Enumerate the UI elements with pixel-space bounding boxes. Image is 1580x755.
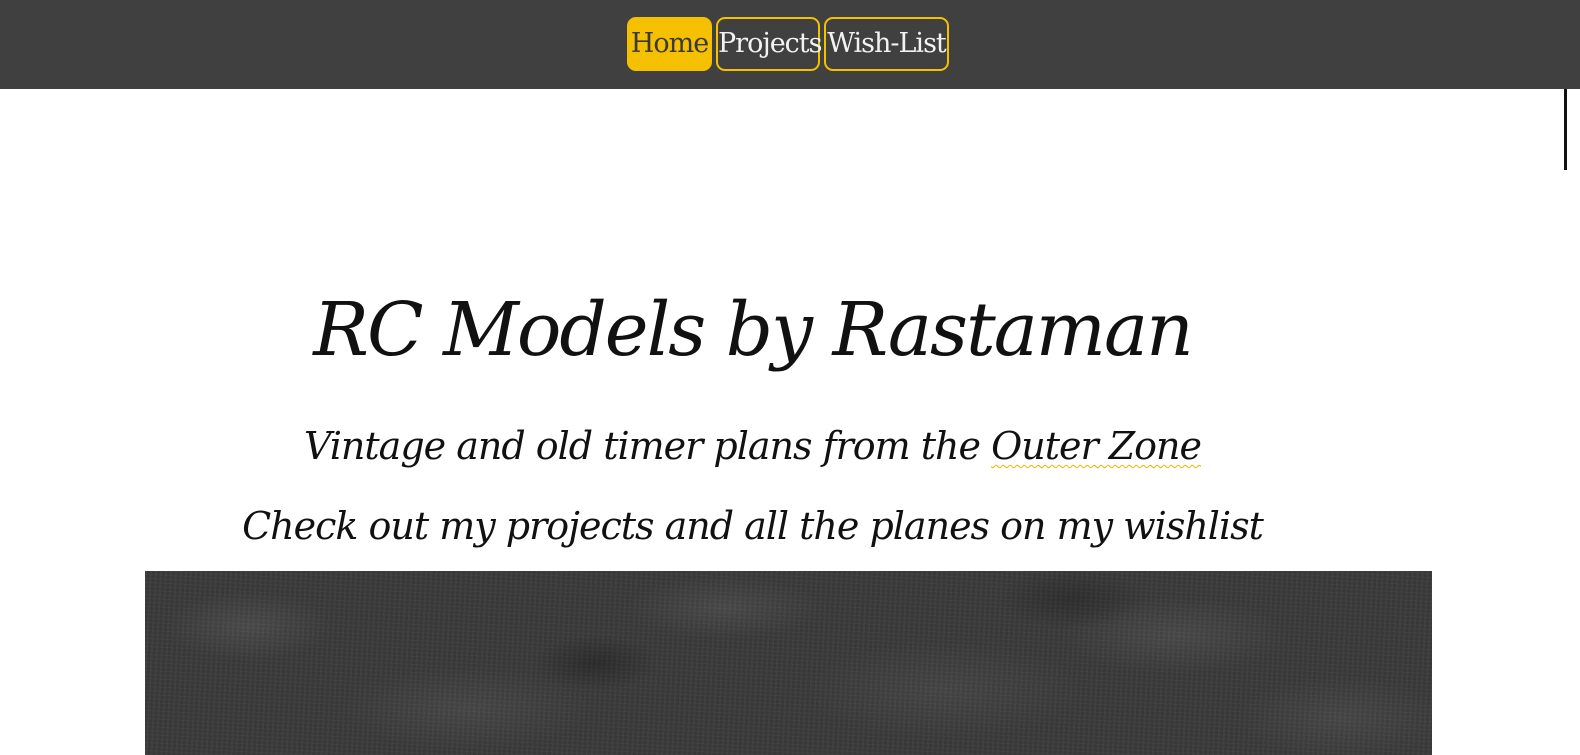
page-title: RC Models by Rastaman bbox=[313, 287, 1194, 373]
outer-zone-link[interactable]: Outer Zone bbox=[991, 424, 1202, 468]
scrollbar-edge bbox=[1564, 89, 1567, 170]
hero-subtitle: Vintage and old timer plans from the Out… bbox=[0, 418, 1505, 474]
nav-wishlist-button[interactable]: Wish-List bbox=[824, 17, 949, 71]
nav-home-button[interactable]: Home bbox=[627, 17, 712, 71]
hero-tagline: Check out my projects and all the planes… bbox=[242, 504, 1264, 548]
top-navbar: Home Projects Wish-List bbox=[0, 0, 1580, 89]
grass-banner-image bbox=[145, 571, 1432, 755]
subtitle-text: Vintage and old timer plans from the bbox=[304, 424, 992, 468]
nav-projects-button[interactable]: Projects bbox=[716, 17, 823, 71]
